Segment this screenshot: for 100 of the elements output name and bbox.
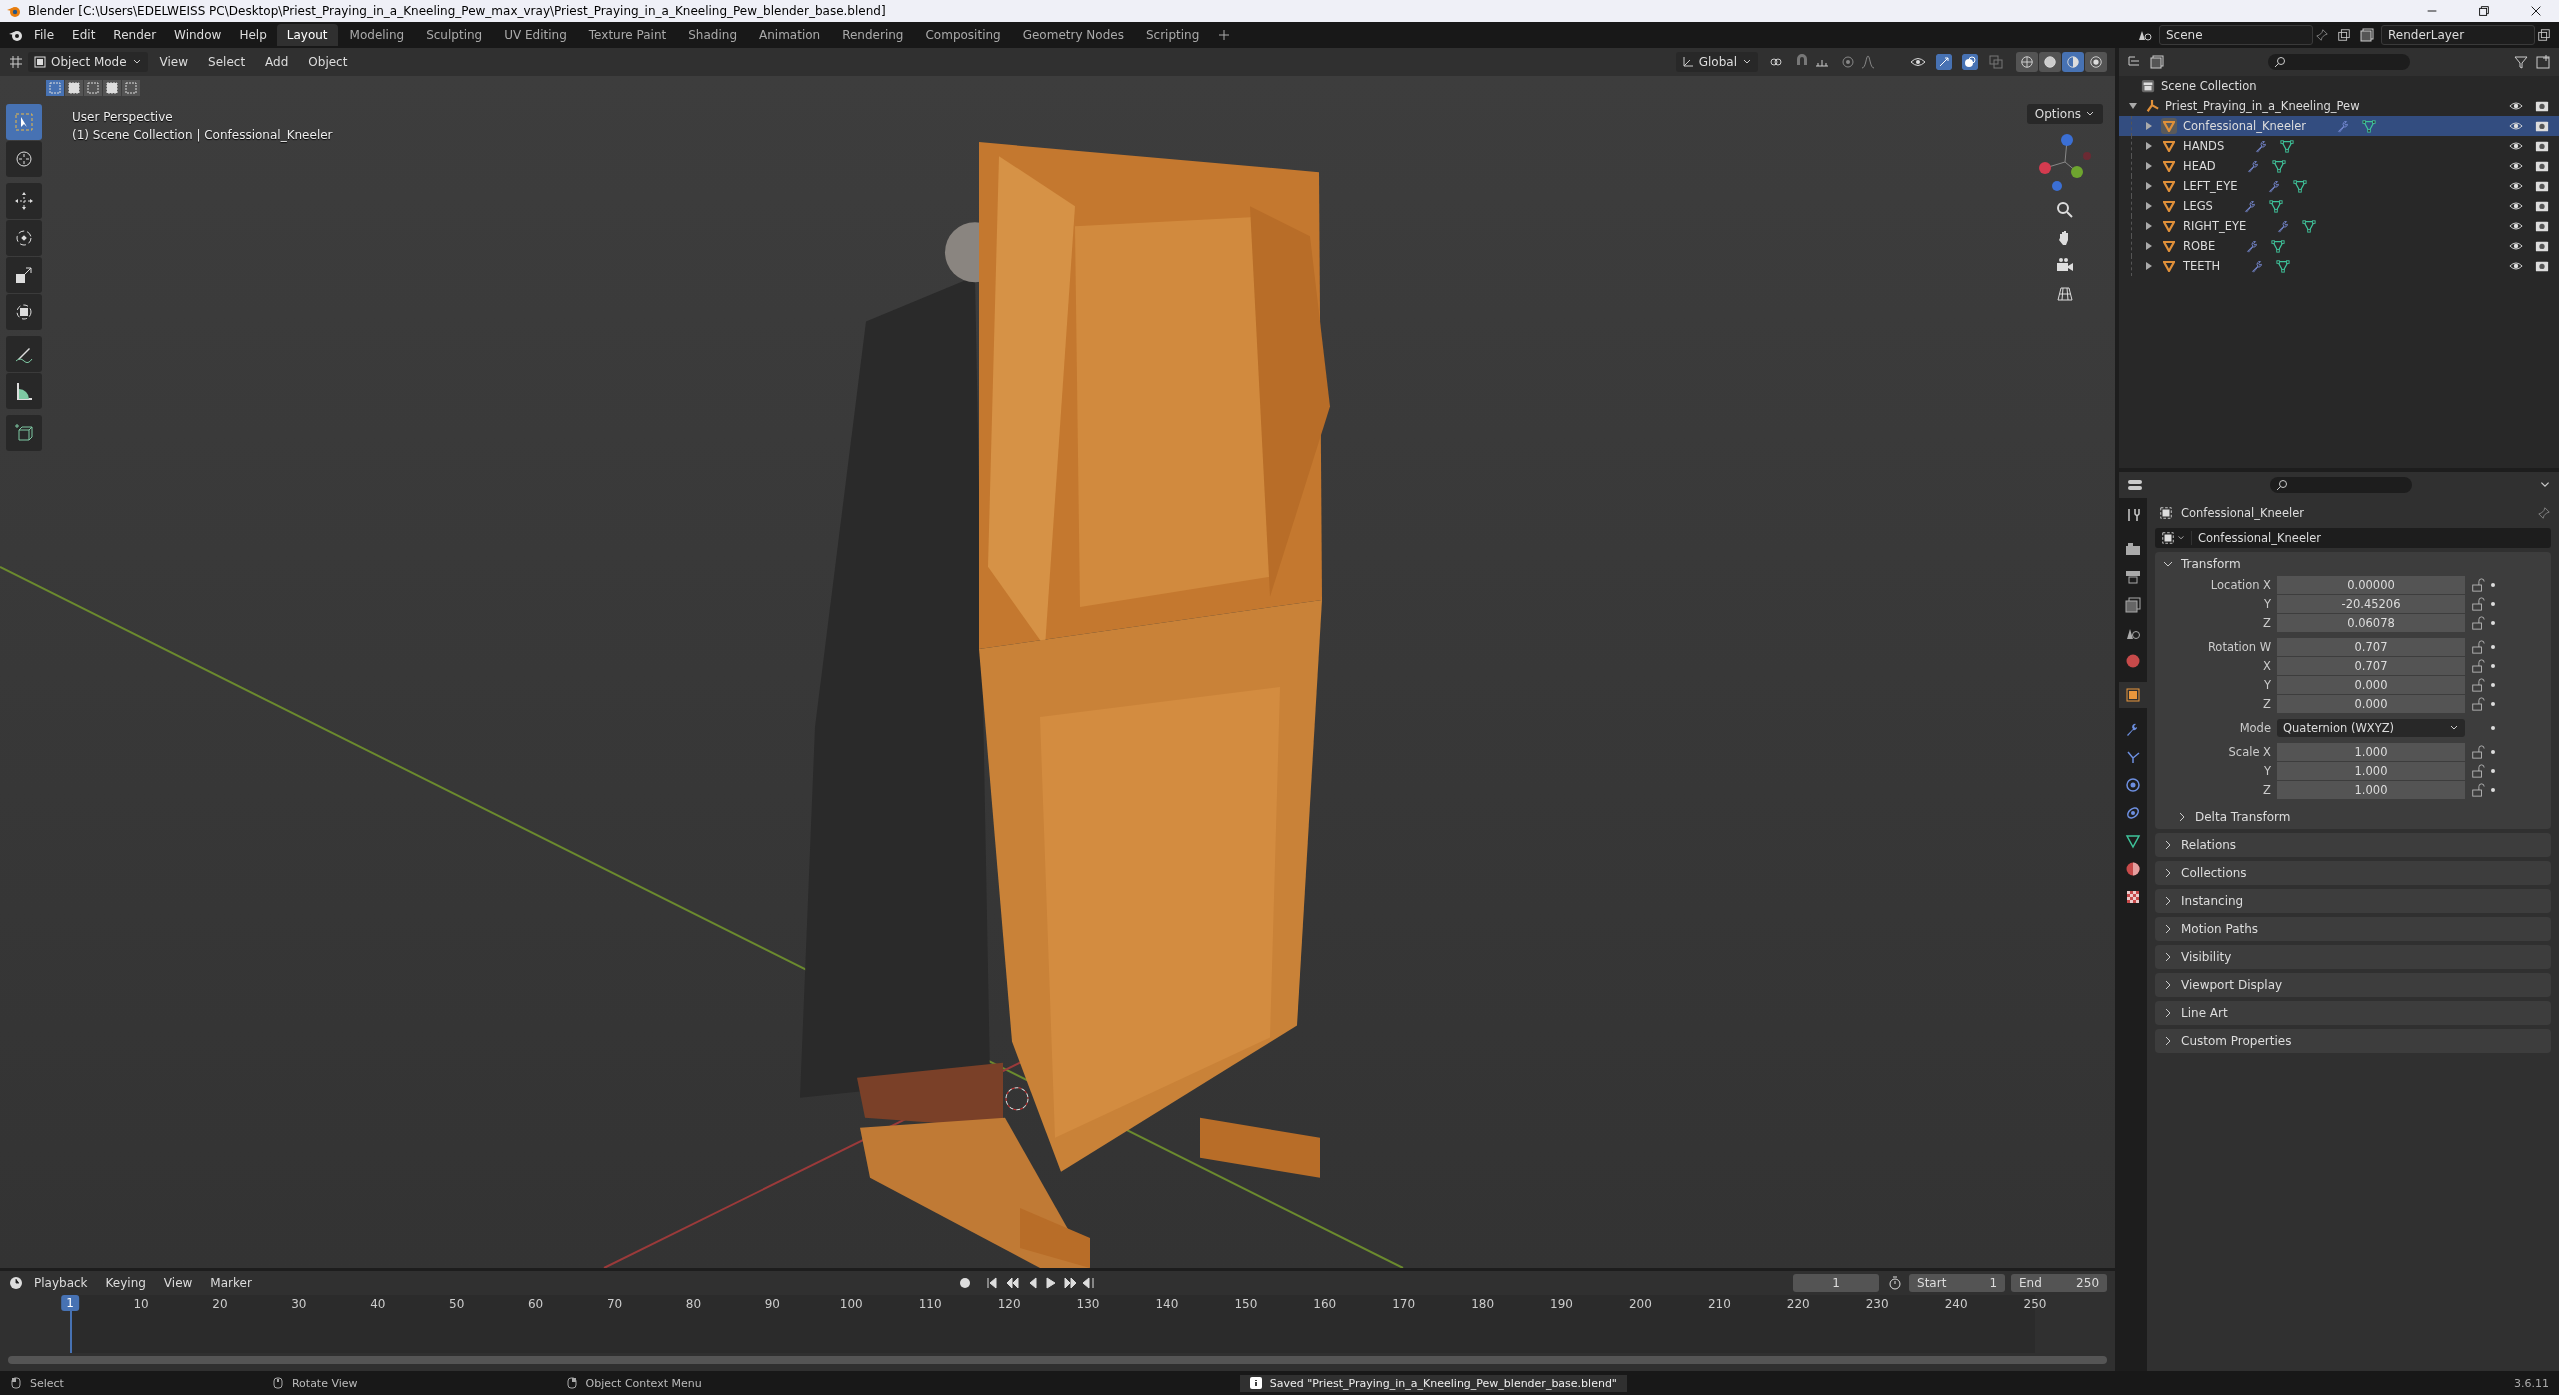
subpanel-header[interactable]: Delta Transform: [2155, 805, 2551, 829]
camera-icon[interactable]: [2535, 259, 2549, 273]
workspace-tab[interactable]: Texture Paint: [578, 24, 677, 46]
panel-header[interactable]: Viewport Display: [2155, 973, 2551, 997]
mesh-data-icon[interactable]: [2268, 199, 2283, 213]
lock-icon[interactable]: [2471, 764, 2485, 778]
outliner-item[interactable]: HANDS: [2183, 139, 2225, 153]
lock-icon[interactable]: [2471, 783, 2485, 797]
wrench-icon[interactable]: [2242, 199, 2257, 213]
eye-icon[interactable]: [2509, 199, 2523, 213]
add-workspace-icon[interactable]: [1219, 30, 1230, 40]
menu-item[interactable]: Window: [166, 25, 230, 45]
rotation-mode-dropdown[interactable]: Quaternion (WXYZ): [2277, 719, 2465, 737]
camera-icon[interactable]: [2535, 199, 2549, 213]
lock-icon[interactable]: [2471, 659, 2485, 673]
outliner-item[interactable]: Scene Collection: [2161, 79, 2257, 93]
playback-controls-icon[interactable]: [985, 1275, 1096, 1291]
menu-item[interactable]: Help: [231, 25, 275, 45]
menu-item[interactable]: File: [26, 25, 63, 45]
disclosure-triangle-icon[interactable]: [2145, 142, 2153, 150]
camera-icon[interactable]: [2535, 239, 2549, 253]
keyframe-dot-icon[interactable]: [2491, 788, 2495, 792]
panel-header[interactable]: Relations: [2155, 833, 2551, 857]
keyframe-dot-icon[interactable]: [2491, 726, 2495, 730]
timeline-scrollbar[interactable]: [8, 1356, 2107, 1364]
wrench-icon[interactable]: [2245, 239, 2260, 253]
current-frame-field[interactable]: 1: [1793, 1274, 1879, 1292]
camera-icon[interactable]: [2535, 119, 2549, 133]
eye-icon[interactable]: [2509, 259, 2523, 273]
transform-tool-button[interactable]: [6, 294, 42, 330]
eye-icon[interactable]: [2509, 119, 2523, 133]
gizmo-toggle-icon[interactable]: [1936, 54, 1952, 70]
scene-field[interactable]: Scene: [2159, 25, 2313, 45]
shading-mode-button[interactable]: [2085, 52, 2107, 72]
disclosure-triangle-icon[interactable]: [2145, 122, 2153, 130]
eye-icon[interactable]: [2509, 159, 2523, 173]
outliner-item[interactable]: Priest_Praying_in_a_Kneeling_Pew: [2165, 99, 2360, 113]
eye-icon[interactable]: [2509, 219, 2523, 233]
orientation-dropdown[interactable]: Global: [1675, 52, 1758, 72]
cursor-tool-button[interactable]: [6, 141, 42, 177]
menu-item[interactable]: Marker: [202, 1273, 260, 1293]
annotate-tool-button[interactable]: [6, 336, 42, 372]
panel-header[interactable]: Transform: [2155, 552, 2551, 576]
object-tab[interactable]: [2119, 682, 2147, 708]
workspace-tab[interactable]: Rendering: [832, 24, 914, 46]
number-field[interactable]: 0.707: [2277, 657, 2465, 675]
workspace-tab[interactable]: Shading: [678, 24, 747, 46]
panel-header[interactable]: Instancing: [2155, 889, 2551, 913]
shading-mode-button[interactable]: [2016, 52, 2038, 72]
camera-icon[interactable]: [2535, 99, 2549, 113]
workspace-tab[interactable]: Modeling: [339, 24, 415, 46]
wrench-icon[interactable]: [2276, 219, 2291, 233]
wrench-icon[interactable]: [2267, 179, 2282, 193]
image-stack-icon[interactable]: [2359, 27, 2375, 43]
wrench-icon[interactable]: [2254, 139, 2269, 153]
eye-icon[interactable]: [2509, 179, 2523, 193]
copy-icon[interactable]: [2537, 28, 2551, 42]
camera-icon[interactable]: [2535, 159, 2549, 173]
selection-mode-button[interactable]: [122, 80, 140, 96]
mesh-data-icon[interactable]: [2302, 219, 2317, 233]
disclosure-triangle-icon[interactable]: [2145, 242, 2153, 250]
menu-item[interactable]: Playback: [26, 1273, 96, 1293]
mesh-data-icon[interactable]: [2276, 259, 2291, 273]
menu-item[interactable]: Object: [300, 52, 356, 72]
filter-icon[interactable]: [2513, 54, 2529, 70]
object-type-button[interactable]: [2161, 158, 2177, 174]
pin-icon[interactable]: [2537, 506, 2551, 520]
number-field[interactable]: 0.000: [2277, 676, 2465, 694]
number-field[interactable]: 1.000: [2277, 743, 2465, 761]
restore-icon[interactable]: [2477, 4, 2491, 18]
object-type-button[interactable]: [2161, 258, 2177, 274]
workspace-tab[interactable]: Compositing: [915, 24, 1011, 46]
number-field[interactable]: 1.000: [2277, 762, 2465, 780]
clock-icon[interactable]: [8, 1275, 24, 1291]
xray-toggle-icon[interactable]: [1988, 54, 2004, 70]
menu-item[interactable]: Render: [105, 25, 165, 45]
wrench-icon[interactable]: [2245, 159, 2260, 173]
outliner-item[interactable]: RIGHT_EYE: [2183, 219, 2247, 233]
panel-header[interactable]: Collections: [2155, 861, 2551, 885]
lock-icon[interactable]: [2471, 745, 2485, 759]
lock-icon[interactable]: [2471, 616, 2485, 630]
number-field[interactable]: 1.000: [2277, 781, 2465, 799]
eye-icon[interactable]: [2509, 99, 2523, 113]
keyframe-dot-icon[interactable]: [2491, 750, 2495, 754]
proportional-edit-icon[interactable]: [1840, 54, 1856, 70]
editor-type-icon[interactable]: [8, 54, 24, 70]
camera-icon[interactable]: [2535, 139, 2549, 153]
stopwatch-icon[interactable]: [1887, 1275, 1903, 1291]
options-dropdown[interactable]: Options: [2026, 104, 2103, 124]
keyframe-dot-icon[interactable]: [2491, 769, 2495, 773]
keyframe-dot-icon[interactable]: [2491, 702, 2495, 706]
panel-header[interactable]: Visibility: [2155, 945, 2551, 969]
eye-icon[interactable]: [2509, 139, 2523, 153]
lock-icon[interactable]: [2471, 640, 2485, 654]
panel-header[interactable]: Line Art: [2155, 1001, 2551, 1025]
workspace-tab[interactable]: Scripting: [1135, 24, 1210, 46]
object-type-button[interactable]: [2161, 178, 2177, 194]
end-frame-field[interactable]: End 250: [2011, 1274, 2107, 1292]
search-field[interactable]: [2270, 477, 2412, 493]
outliner-item[interactable]: LEFT_EYE: [2183, 179, 2238, 193]
